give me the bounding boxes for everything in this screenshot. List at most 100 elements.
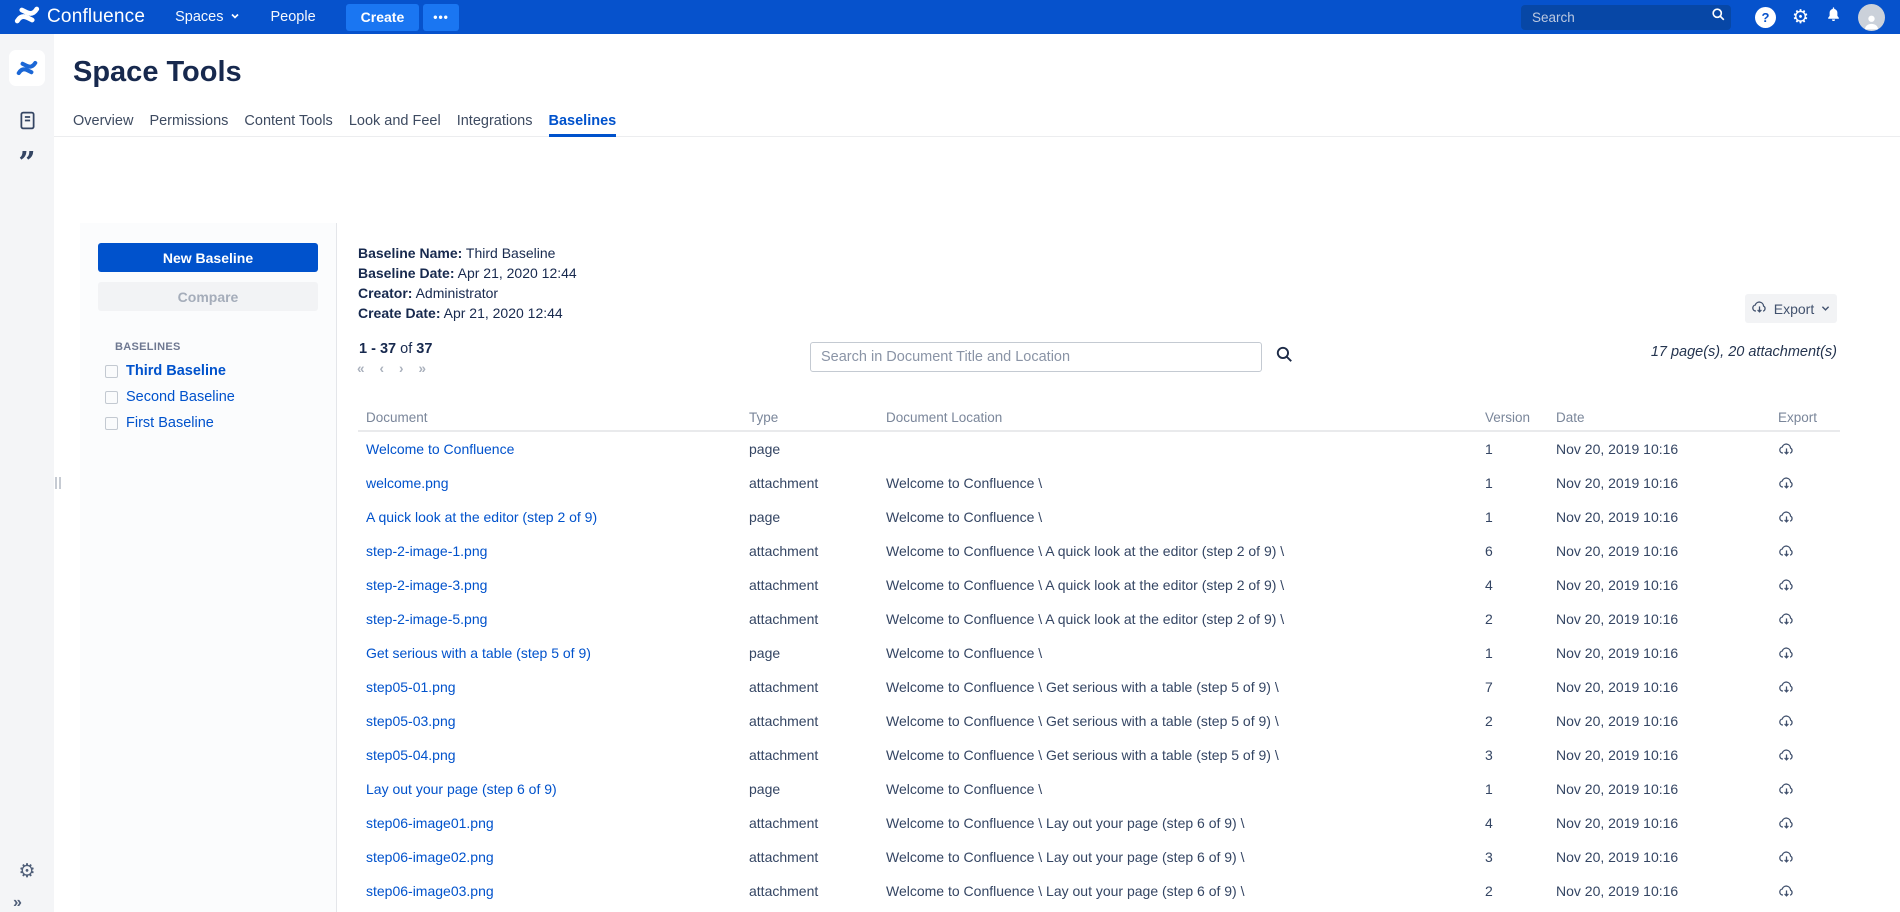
nav-spaces[interactable]: Spaces (175, 8, 240, 26)
create-button[interactable]: Create (346, 4, 420, 31)
column-header-export: Export (1770, 410, 1840, 425)
first-page-icon[interactable]: « (357, 361, 365, 376)
cloud-download-icon[interactable] (1778, 577, 1840, 594)
document-type: page (741, 509, 878, 525)
global-search[interactable] (1521, 5, 1731, 30)
document-link[interactable]: step06-image01.png (358, 815, 741, 831)
results-summary: 17 page(s), 20 attachment(s) (1651, 344, 1837, 360)
user-avatar[interactable] (1858, 4, 1885, 31)
cloud-download-icon[interactable] (1778, 475, 1840, 492)
quote-icon[interactable]: ” (0, 146, 54, 182)
notifications-icon[interactable] (1825, 6, 1842, 28)
document-link[interactable]: step-2-image-3.png (358, 577, 741, 593)
cloud-download-icon[interactable] (1778, 883, 1840, 900)
expand-sidebar-icon[interactable]: » (13, 894, 22, 912)
search-icon[interactable] (1711, 7, 1726, 27)
pages-icon[interactable] (0, 110, 54, 131)
document-date: Nov 20, 2019 10:16 (1548, 645, 1770, 661)
baseline-checkbox-second[interactable] (105, 391, 118, 404)
document-type: attachment (741, 679, 878, 695)
row-export-cell (1770, 509, 1840, 526)
cloud-download-icon[interactable] (1778, 815, 1840, 832)
document-type: attachment (741, 747, 878, 763)
tab-permissions[interactable]: Permissions (149, 107, 228, 137)
help-icon[interactable]: ? (1755, 7, 1776, 28)
baseline-checkbox-first[interactable] (105, 417, 118, 430)
document-search-input[interactable] (810, 342, 1262, 372)
cloud-download-icon[interactable] (1778, 849, 1840, 866)
document-link[interactable]: Get serious with a table (step 5 of 9) (358, 645, 741, 661)
cloud-download-icon[interactable] (1778, 747, 1840, 764)
more-options-button[interactable]: ••• (423, 4, 459, 31)
table-row: step-2-image-1.png attachment Welcome to… (358, 534, 1840, 568)
new-baseline-button[interactable]: New Baseline (98, 243, 318, 272)
table-row: step06-image03.png attachment Welcome to… (358, 874, 1840, 908)
space-tools-tabs: Overview Permissions Content Tools Look … (54, 107, 1900, 137)
baseline-link-second[interactable]: Second Baseline (126, 389, 235, 405)
cloud-download-icon[interactable] (1778, 509, 1840, 526)
document-link[interactable]: A quick look at the editor (step 2 of 9) (358, 509, 741, 525)
tab-overview[interactable]: Overview (73, 107, 133, 137)
nav-people[interactable]: People (271, 9, 316, 25)
tab-content-tools[interactable]: Content Tools (244, 107, 332, 137)
document-location: Welcome to Confluence \ (878, 509, 1477, 525)
cloud-download-icon[interactable] (1778, 781, 1840, 798)
detail-baseline-name: Baseline Name: Third Baseline (358, 243, 577, 263)
baseline-checkbox-third[interactable] (105, 365, 118, 378)
last-page-icon[interactable]: » (419, 361, 427, 376)
global-search-input[interactable] (1530, 9, 1711, 26)
document-version: 1 (1477, 645, 1548, 661)
compare-button[interactable]: Compare (98, 282, 318, 311)
baseline-link-first[interactable]: First Baseline (126, 415, 214, 431)
tab-look-and-feel[interactable]: Look and Feel (349, 107, 441, 137)
cloud-download-icon[interactable] (1778, 679, 1840, 696)
document-type: page (741, 645, 878, 661)
settings-icon[interactable]: ⚙ (1792, 8, 1809, 27)
cloud-download-icon[interactable] (1778, 645, 1840, 662)
confluence-home-link[interactable]: Confluence (14, 2, 145, 33)
document-type: attachment (741, 849, 878, 865)
baseline-list-item: First Baseline (80, 415, 336, 431)
document-link[interactable]: step05-01.png (358, 679, 741, 695)
table-row: step05-04.png attachment Welcome to Conf… (358, 738, 1840, 772)
document-link[interactable]: Welcome to Confluence (358, 441, 741, 457)
document-link[interactable]: welcome.png (358, 475, 741, 491)
tab-baselines[interactable]: Baselines (549, 107, 617, 137)
table-row: Get serious with a table (step 5 of 9) p… (358, 636, 1840, 670)
document-date: Nov 20, 2019 10:16 (1548, 611, 1770, 627)
document-link[interactable]: step-2-image-1.png (358, 543, 741, 559)
document-link[interactable]: step05-04.png (358, 747, 741, 763)
document-version: 4 (1477, 815, 1548, 831)
row-export-cell (1770, 475, 1840, 492)
cloud-download-icon[interactable] (1778, 441, 1840, 458)
export-button[interactable]: Export (1745, 294, 1837, 323)
document-date: Nov 20, 2019 10:16 (1548, 577, 1770, 593)
baseline-list-item: Second Baseline (80, 389, 336, 405)
row-export-cell (1770, 679, 1840, 696)
cloud-download-icon[interactable] (1778, 543, 1840, 560)
sidebar-resize-handle[interactable] (55, 477, 61, 489)
prev-page-icon[interactable]: ‹ (380, 361, 385, 376)
document-link[interactable]: step-2-image-5.png (358, 611, 741, 627)
cloud-download-icon[interactable] (1778, 611, 1840, 628)
space-settings-gear-icon[interactable]: ⚙ (0, 860, 54, 882)
document-date: Nov 20, 2019 10:16 (1548, 441, 1770, 457)
document-link[interactable]: step06-image02.png (358, 849, 741, 865)
next-page-icon[interactable]: › (399, 361, 404, 376)
cloud-download-icon[interactable] (1778, 713, 1840, 730)
document-link[interactable]: Lay out your page (step 6 of 9) (358, 781, 741, 797)
document-location: Welcome to Confluence \ Lay out your pag… (878, 849, 1477, 865)
tab-integrations[interactable]: Integrations (457, 107, 533, 137)
row-export-cell (1770, 441, 1840, 458)
baseline-link-third[interactable]: Third Baseline (126, 363, 226, 379)
document-link[interactable]: step05-03.png (358, 713, 741, 729)
document-link[interactable]: step06-image03.png (358, 883, 741, 899)
document-type: attachment (741, 815, 878, 831)
page-title: Space Tools (73, 56, 242, 89)
table-row: welcome.png attachment Welcome to Conflu… (358, 466, 1840, 500)
document-version: 7 (1477, 679, 1548, 695)
space-logo-icon[interactable] (9, 50, 45, 86)
search-icon[interactable] (1262, 345, 1294, 369)
results-count: 1 - 37 of 37 (359, 341, 432, 357)
confluence-logo-icon (14, 2, 40, 33)
